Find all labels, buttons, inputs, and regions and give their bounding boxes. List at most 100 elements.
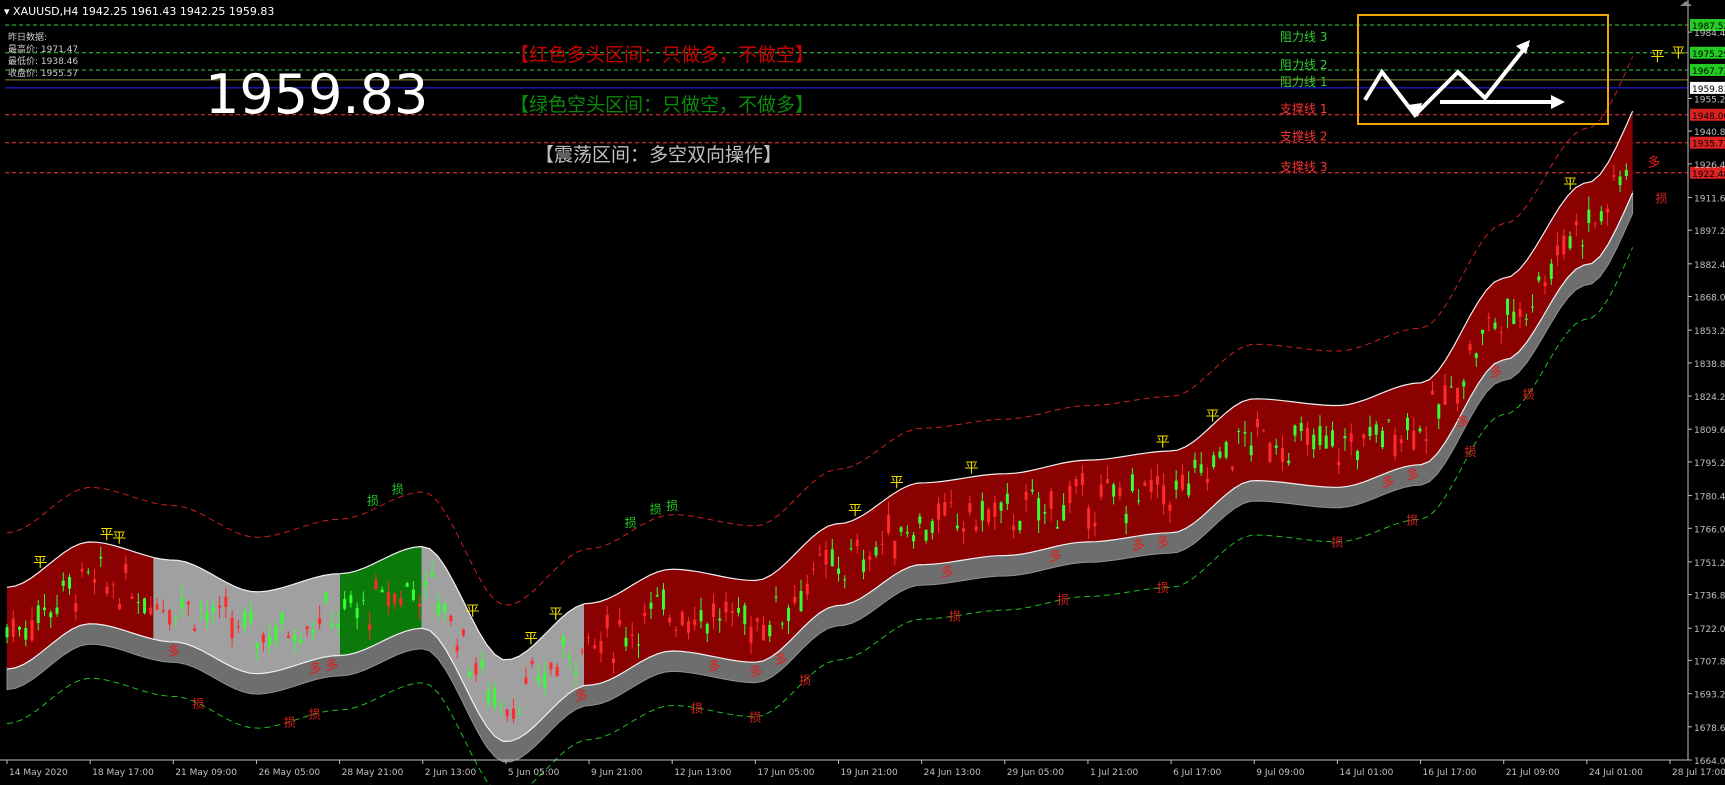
range-zone-text: 【震荡区间：多空双向操作】	[535, 144, 783, 166]
x-tick-label: 26 May 05:00	[258, 768, 320, 778]
x-tick-label: 29 Jun 05:00	[1007, 768, 1064, 778]
candle-body	[655, 595, 659, 597]
x-tick-label: 19 Jun 21:00	[841, 768, 898, 778]
candle-body	[561, 636, 565, 646]
upper-envelope	[6, 56, 1634, 606]
candle-body	[1518, 309, 1522, 317]
candle-body	[286, 635, 290, 639]
red-zone-text: 【红色多头区间：只做多，不做空】	[510, 44, 815, 66]
flat-marker: 平	[1563, 176, 1577, 192]
x-tick-label: 18 May 17:00	[92, 768, 154, 778]
candle-body	[336, 624, 340, 628]
candle-body	[905, 531, 909, 534]
candle-body	[1318, 426, 1322, 446]
candle-body	[830, 549, 834, 567]
x-tick-label: 14 May 2020	[9, 768, 68, 778]
candle-body	[887, 514, 891, 533]
candle-body	[474, 663, 478, 675]
candle-body	[1393, 434, 1397, 457]
y-tick-label: 1853.20	[1694, 327, 1725, 337]
candle-body	[1255, 418, 1259, 428]
candle-body	[1593, 223, 1597, 225]
candle-body	[993, 502, 997, 517]
candle-body	[1324, 435, 1328, 449]
loss-marker-green: 损	[666, 499, 678, 513]
loss-marker-green: 损	[625, 516, 637, 530]
candle-body	[1581, 245, 1585, 247]
y-tick-label: 1722.00	[1694, 625, 1725, 635]
candle-body	[30, 620, 34, 641]
candle-body	[1374, 424, 1378, 435]
candle-body	[586, 636, 590, 638]
y-tick-label: 1736.80	[1694, 592, 1725, 602]
long-marker: 多	[1049, 548, 1062, 564]
loss-marker-red: 损	[1157, 581, 1169, 595]
candle-body	[1187, 483, 1191, 496]
loss-marker-red: 损	[1656, 191, 1668, 205]
x-tick-label: 1 Jul 21:00	[1090, 768, 1139, 778]
flat-marker: 平	[1156, 435, 1170, 451]
candle-body	[1118, 487, 1122, 496]
candle-body	[1624, 170, 1628, 177]
loss-marker-green: 损	[392, 482, 404, 496]
candle-body	[1018, 520, 1022, 531]
candle-body	[1249, 445, 1253, 456]
candle-body	[949, 502, 953, 504]
candle-body	[799, 590, 803, 612]
candle-body	[762, 625, 766, 641]
support-price: 1935.71	[1692, 140, 1725, 150]
support-label: 支撑线 1	[1280, 101, 1327, 116]
shift-marker-icon	[1680, 1, 1692, 6]
candle-body	[224, 596, 228, 607]
ohlc-label: 1942.25 1961.43 1942.25 1959.83	[81, 5, 275, 18]
candle-body	[743, 605, 747, 625]
long-marker: 多	[1157, 535, 1170, 551]
candle-body	[686, 621, 690, 633]
y-tick-label: 1911.60	[1694, 194, 1725, 204]
resistance-label: 阻力线 3	[1280, 30, 1327, 44]
candle-body	[930, 521, 934, 533]
candle-body	[1587, 209, 1591, 224]
loss-marker-red: 损	[1406, 513, 1418, 527]
candle-body	[311, 630, 315, 634]
candle-body	[1155, 476, 1159, 485]
candle-body	[749, 626, 753, 644]
candle-body	[149, 607, 153, 615]
candle-body	[624, 637, 628, 647]
candle-body	[249, 610, 253, 623]
x-tick-label: 24 Jul 01:00	[1589, 768, 1643, 778]
candle-body	[1124, 513, 1128, 524]
candle-body	[793, 596, 797, 603]
candle-body	[1243, 432, 1247, 434]
candle-body	[999, 502, 1003, 511]
candle-body	[1499, 332, 1503, 334]
support-label: 支撑线 3	[1280, 159, 1327, 174]
candle-body	[268, 635, 272, 646]
candle-body	[1449, 386, 1453, 388]
candle-body	[1337, 461, 1341, 466]
candle-body	[1005, 493, 1009, 504]
candle-body	[1431, 390, 1435, 395]
x-tick-label: 2 Jun 13:00	[425, 768, 477, 778]
x-tick-label: 17 Jun 05:00	[757, 768, 814, 778]
candle-body	[605, 614, 609, 629]
candle-body	[680, 612, 684, 626]
candle-body	[1268, 443, 1272, 463]
candle-body	[493, 688, 497, 706]
candle-body	[1162, 485, 1166, 505]
flat-marker: 平	[1671, 45, 1685, 61]
candle-body	[862, 559, 866, 572]
candle-body	[1087, 508, 1091, 529]
candle-body	[24, 628, 28, 640]
candle-body	[1543, 282, 1547, 287]
candle-body	[1312, 434, 1316, 450]
long-marker: 多	[774, 652, 787, 668]
collapse-icon[interactable]: ▾	[4, 5, 10, 18]
loss-marker-red: 损	[1331, 535, 1343, 549]
candle-body	[805, 583, 809, 595]
candle-body	[549, 662, 553, 670]
candle-body	[1412, 430, 1416, 450]
candle-body	[1487, 317, 1491, 319]
candle-body	[674, 629, 678, 631]
candle-body	[755, 618, 759, 622]
